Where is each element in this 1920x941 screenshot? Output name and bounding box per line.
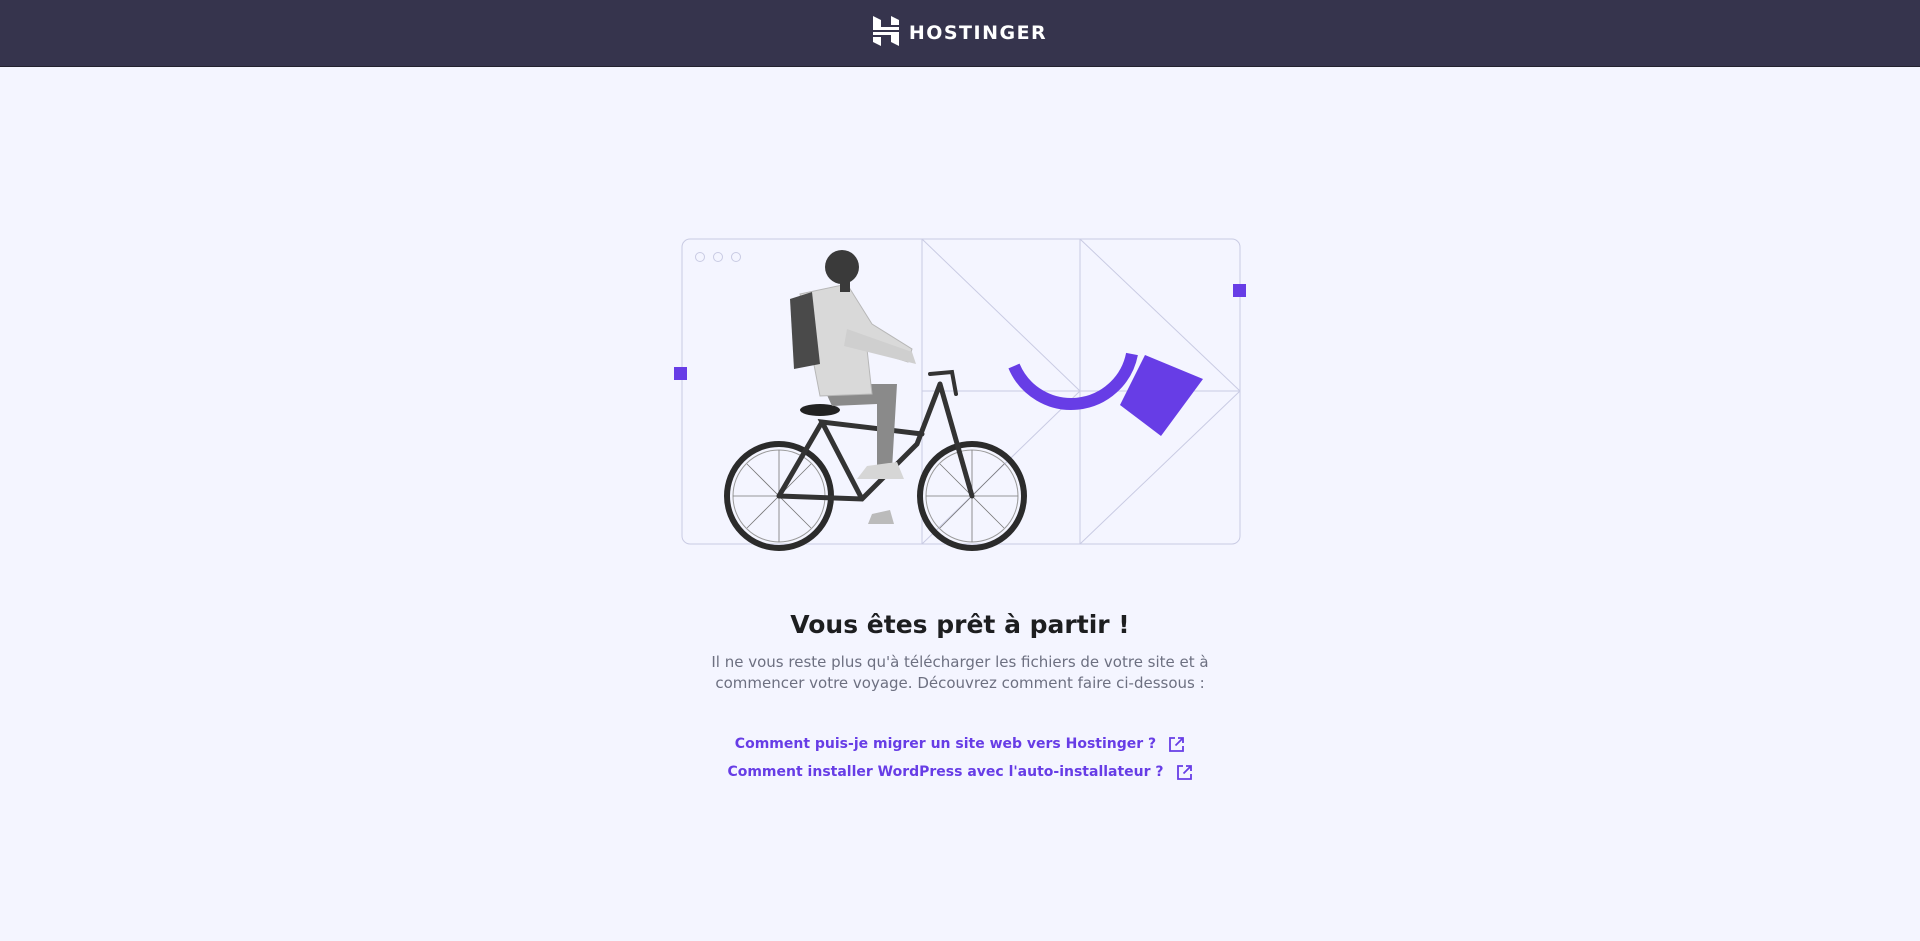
page-title: Vous êtes prêt à partir ! (790, 610, 1130, 639)
window-controls (695, 252, 741, 262)
help-link-label: Comment installer WordPress avec l'auto-… (727, 764, 1164, 780)
accent-square-right (1233, 284, 1246, 297)
help-link-install-wordpress[interactable]: Comment installer WordPress avec l'auto-… (727, 762, 1192, 783)
help-links: Comment puis-je migrer un site web vers … (0, 734, 1920, 783)
page-subtitle: Il ne vous reste plus qu'à télécharger l… (711, 653, 1209, 692)
help-link-migrate-website[interactable]: Comment puis-je migrer un site web vers … (735, 734, 1185, 755)
hostinger-h-logo-icon (872, 16, 899, 50)
main-content: Vous êtes prêt à partir ! Il ne vous res… (0, 606, 1920, 783)
brand-logo[interactable]: HOSTINGER (872, 16, 1048, 50)
external-link-icon (1176, 764, 1193, 781)
help-link-label: Comment puis-je migrer un site web vers … (734, 736, 1157, 752)
brand-name: HOSTINGER (908, 22, 1048, 44)
accent-square-left (674, 367, 687, 380)
external-link-icon (1168, 736, 1185, 753)
top-bar: HOSTINGER (0, 0, 1920, 67)
accent-arc (1008, 352, 1138, 410)
hero-illustration (672, 234, 1248, 558)
